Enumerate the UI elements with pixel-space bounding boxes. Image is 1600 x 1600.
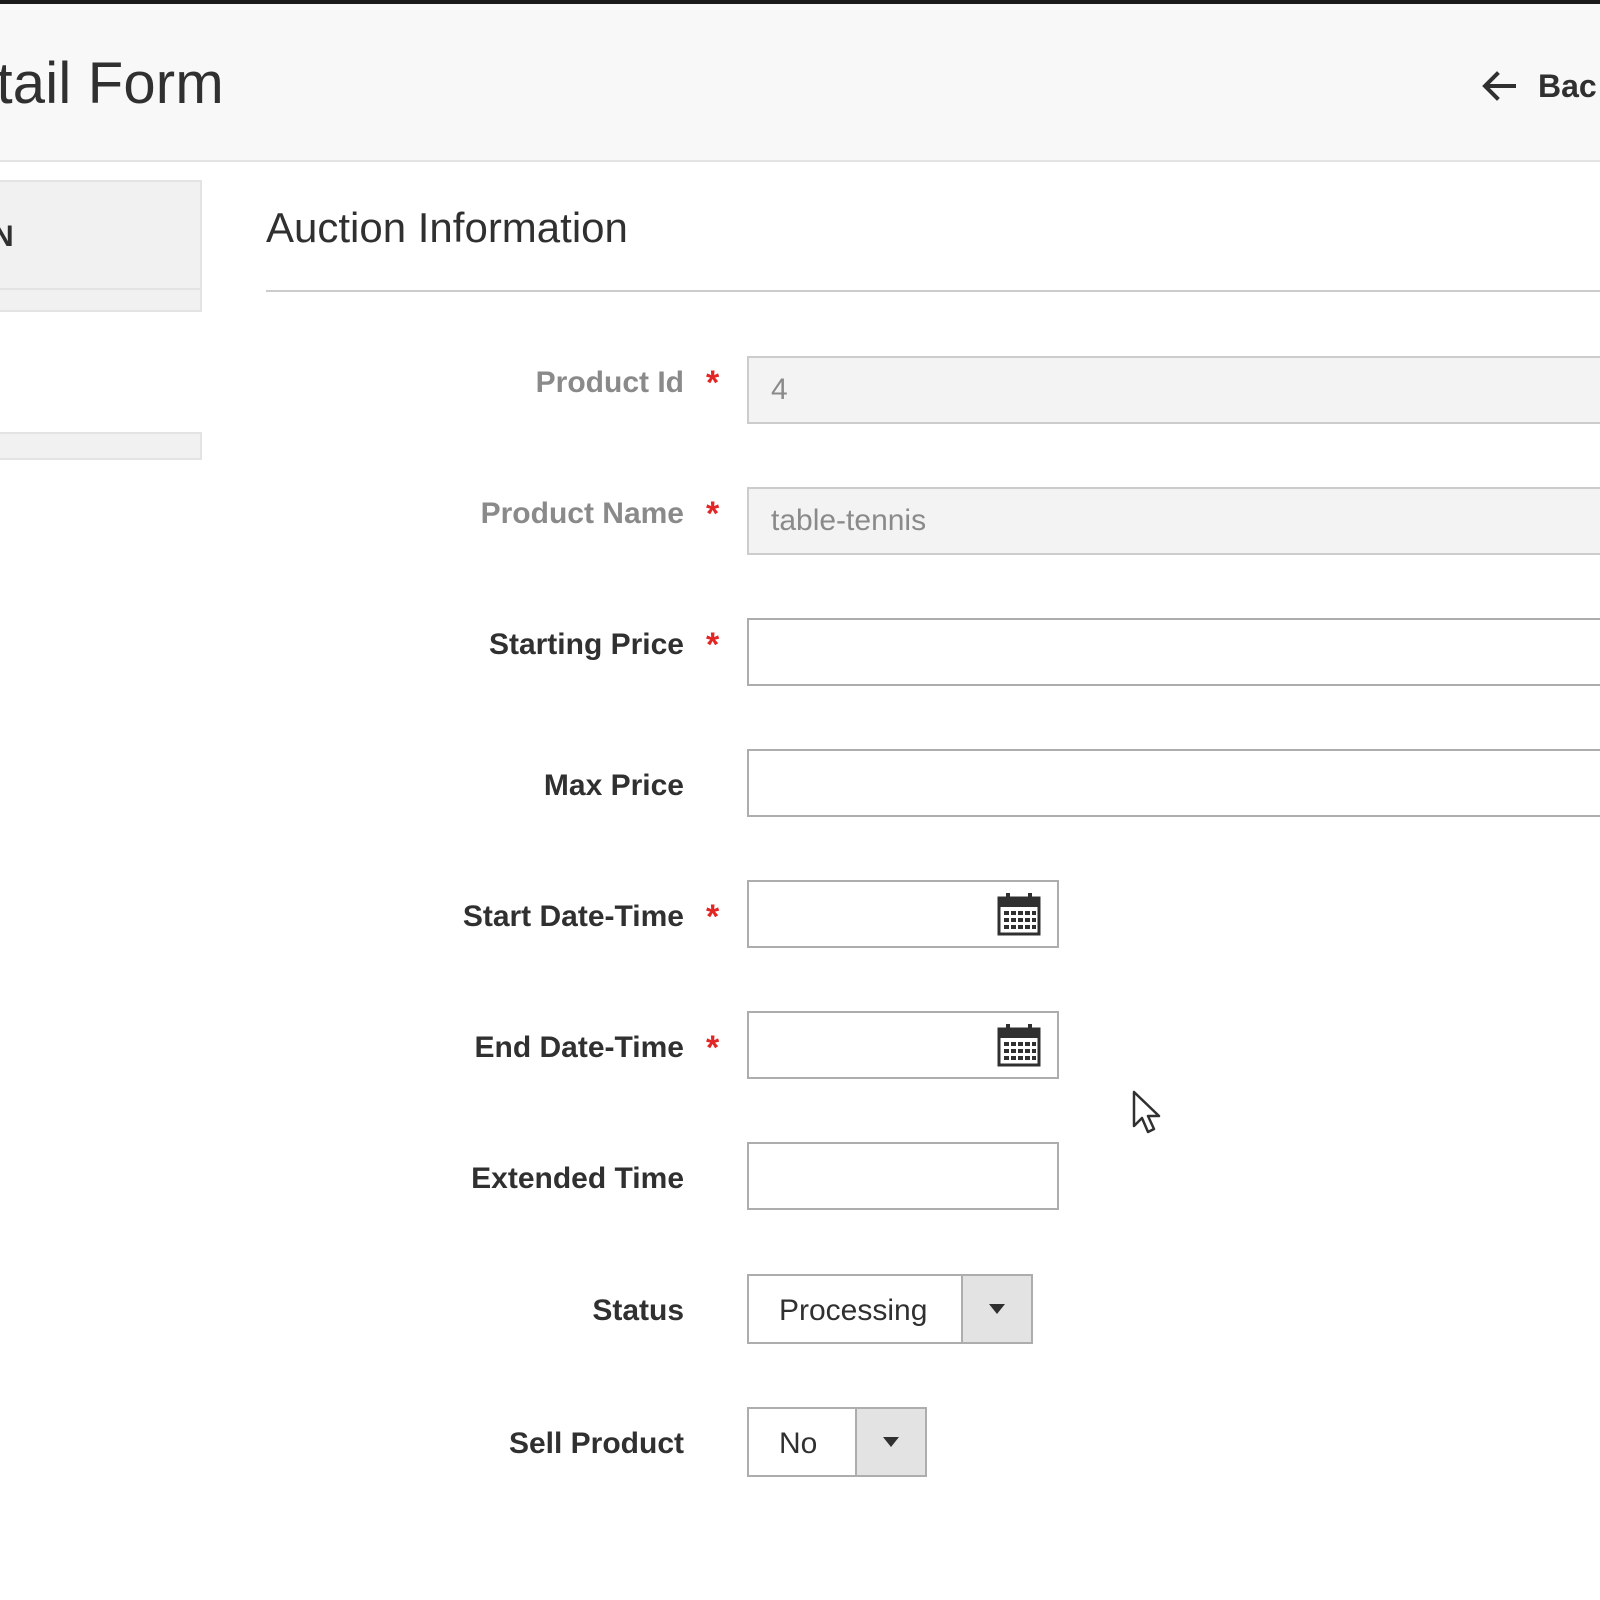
max-price-input[interactable] [747,749,1600,817]
product-name-label: Product Name [480,497,684,530]
page-title: etail Form [0,51,224,116]
back-button-label: Bac [1538,67,1597,104]
starting-price-label: Starting Price [488,628,684,661]
status-select[interactable]: Processing [747,1274,1033,1344]
max-price-label: Max Price [543,769,684,802]
calendar-icon[interactable] [997,892,1041,936]
status-select-value: Processing [779,1294,928,1327]
sell-product-select[interactable]: No [747,1407,927,1477]
start-datetime-required-star: * [706,898,720,936]
extended-time-label: Extended Time [471,1162,684,1195]
sell-product-select-value: No [779,1427,818,1460]
section-title: Auction Information [266,204,628,251]
status-label: Status [592,1294,684,1327]
side-nav-item[interactable] [0,432,202,460]
section-divider [266,290,1600,292]
caret-down-icon [883,1437,899,1447]
side-tab-base [0,288,200,310]
end-datetime-required-star: * [706,1029,720,1067]
product-id-label: Product Id [535,366,684,399]
status-dropdown-toggle[interactable] [961,1276,1031,1342]
end-datetime-label: End Date-Time [474,1031,685,1064]
start-datetime-field [747,880,1059,948]
end-datetime-input[interactable] [749,1013,989,1077]
sell-product-dropdown-toggle[interactable] [855,1409,925,1475]
starting-price-input[interactable] [747,618,1600,686]
calendar-icon[interactable] [997,1023,1041,1067]
start-datetime-label: Start Date-Time [462,900,684,933]
side-tab-label: N [0,220,15,253]
sell-product-label: Sell Product [508,1427,684,1460]
product-name-input[interactable] [747,487,1600,555]
product-id-input[interactable] [747,356,1600,424]
starting-price-required-star: * [706,626,720,664]
arrow-left-icon [1482,71,1516,101]
start-datetime-input[interactable] [749,882,989,946]
side-tab-active[interactable]: N [0,180,202,312]
product-name-required-star: * [706,495,720,533]
product-id-required-star: * [706,364,720,402]
page-header: etail Form Bac [0,4,1600,162]
back-button[interactable]: Bac [1482,64,1597,108]
mouse-pointer-icon [1132,1090,1161,1134]
caret-down-icon [989,1304,1005,1314]
extended-time-input[interactable] [747,1142,1059,1210]
end-datetime-field [747,1011,1059,1079]
